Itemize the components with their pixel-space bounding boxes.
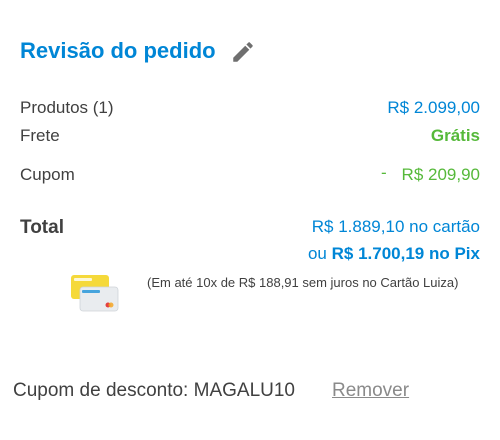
remove-coupon-link[interactable]: Remover xyxy=(332,380,409,402)
installments-note: (Em até 10x de R$ 188,91 sem juros no Ca… xyxy=(147,275,459,290)
products-label: Produtos (1) xyxy=(20,98,114,117)
shipping-value: Grátis xyxy=(430,126,480,145)
total-card-price: R$ 1.889,10 no cartão xyxy=(311,217,480,236)
pencil-icon[interactable] xyxy=(230,39,256,65)
products-value: R$ 2.099,00 xyxy=(387,98,480,117)
shipping-label: Frete xyxy=(20,126,60,145)
credit-card-icon xyxy=(71,275,119,312)
coupon-sign: - xyxy=(381,163,387,182)
discount-coupon-text: Cupom de desconto: MAGALU10 xyxy=(13,380,295,401)
coupon-value: R$ 209,90 xyxy=(401,165,480,184)
pix-value: R$ 1.700,19 no Pix xyxy=(331,244,480,263)
page-title: Revisão do pedido xyxy=(20,38,216,63)
pix-prefix: ou xyxy=(307,244,327,263)
coupon-label: Cupom xyxy=(20,165,75,184)
total-pix-price: ou R$ 1.700,19 no Pix xyxy=(308,244,480,264)
total-label: Total xyxy=(20,217,64,238)
